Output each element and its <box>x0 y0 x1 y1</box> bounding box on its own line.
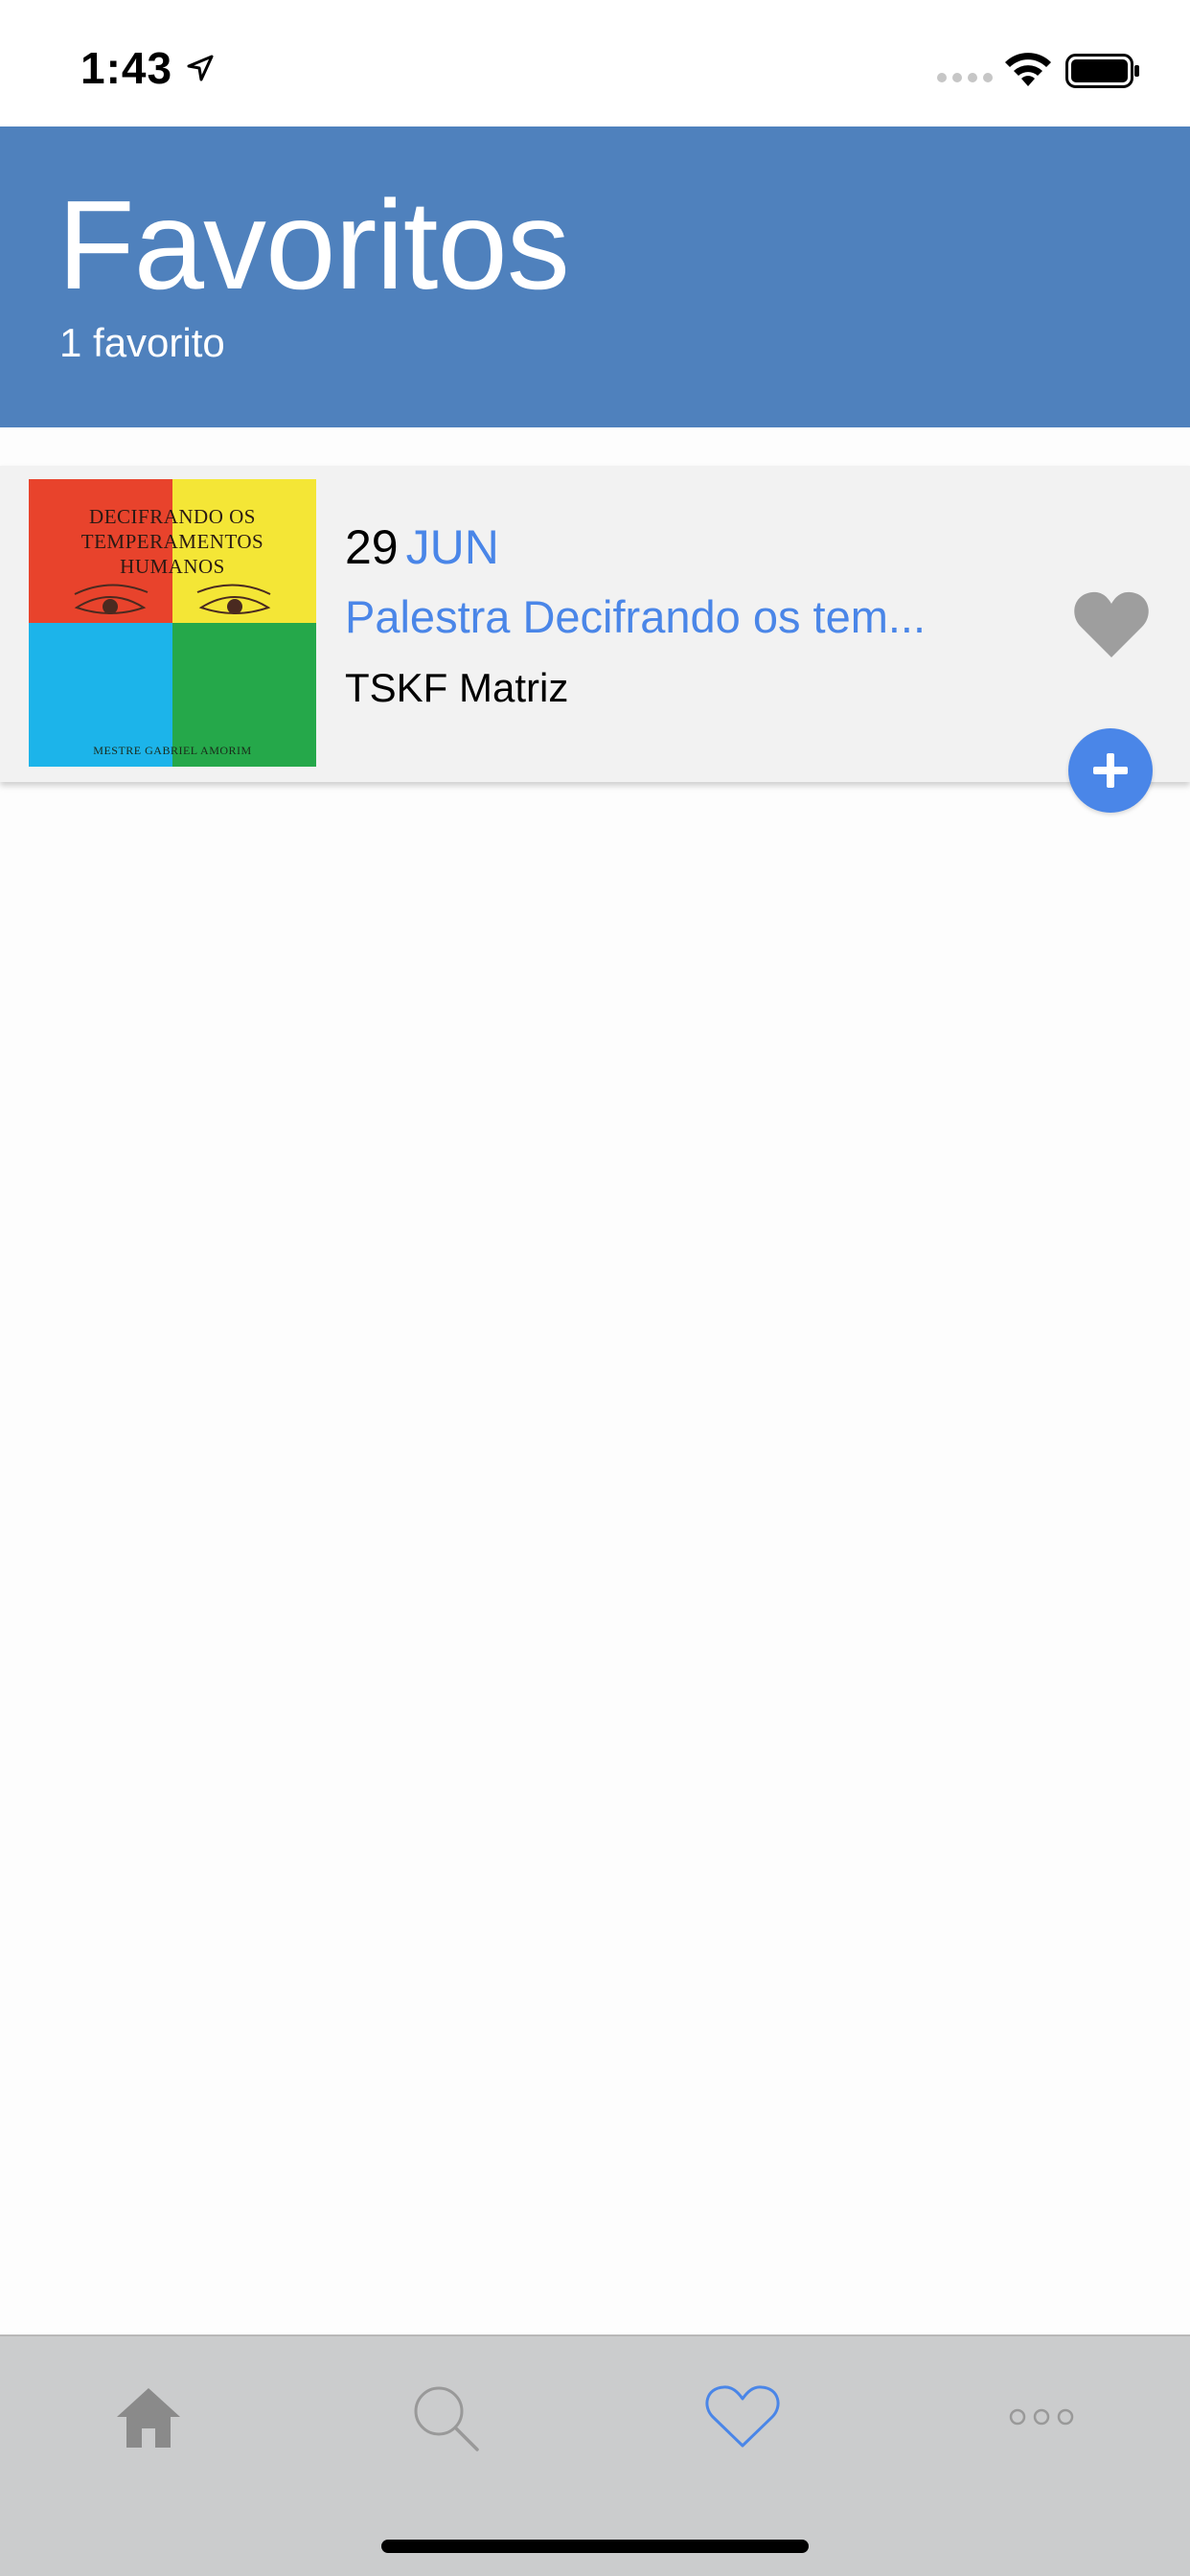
event-title[interactable]: Palestra Decifrando os tem... <box>345 590 1006 643</box>
favorite-list-item[interactable]: Decifrando Os Temperamentos Humanos Mest… <box>0 466 1190 782</box>
cellular-signal-icon <box>937 73 993 82</box>
battery-icon <box>1065 54 1139 88</box>
status-bar: 1:43 <box>0 0 1190 126</box>
wifi-icon <box>1005 53 1051 86</box>
status-time: 1:43 <box>80 43 173 93</box>
page-title: Favoritos <box>57 174 570 315</box>
search-icon <box>414 2386 479 2451</box>
event-location: TSKF Matriz <box>345 665 569 710</box>
tab-more[interactable] <box>998 2375 1085 2461</box>
add-button[interactable] <box>1068 728 1153 813</box>
location-arrow-icon <box>187 55 214 81</box>
event-day: 29 <box>345 520 399 574</box>
thumbnail-author-text: Mestre Gabriel Amorim <box>93 744 252 757</box>
event-thumbnail: Decifrando Os Temperamentos Humanos Mest… <box>29 479 316 767</box>
tab-home[interactable] <box>105 2375 192 2461</box>
tab-search[interactable] <box>402 2375 489 2461</box>
plus-icon <box>1093 753 1128 788</box>
page-header: Favoritos 1 favorito <box>0 126 1190 427</box>
favorites-count: 1 favorito <box>59 320 225 365</box>
event-date: 29 JUN <box>345 519 499 575</box>
heart-icon[interactable] <box>1071 586 1152 663</box>
more-icon <box>1009 2408 1074 2426</box>
home-icon <box>117 2388 180 2448</box>
event-month: JUN <box>405 520 499 574</box>
face-eyes-graphic <box>74 584 271 614</box>
thumbnail-title-text: Decifrando Os Temperamentos Humanos <box>80 505 264 578</box>
tab-favorites[interactable] <box>699 2375 786 2461</box>
heart-outline-icon <box>705 2385 780 2448</box>
home-indicator[interactable] <box>381 2540 809 2553</box>
